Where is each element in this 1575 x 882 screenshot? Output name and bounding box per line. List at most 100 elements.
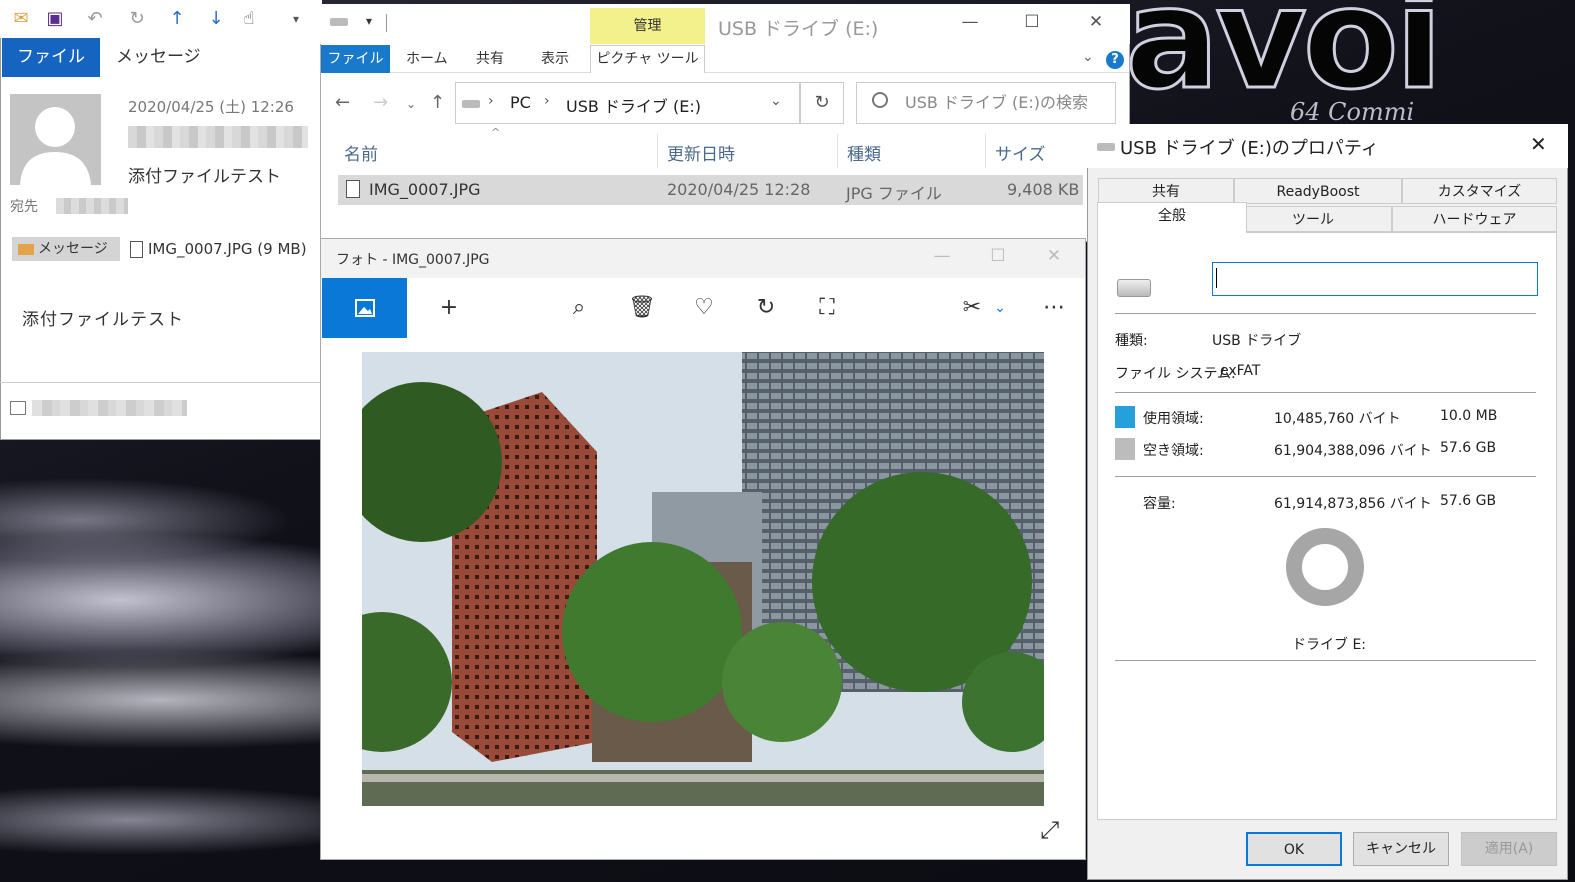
close-button[interactable]: ✕ — [1530, 132, 1547, 156]
wallpaper-logo: avoi — [1124, 0, 1445, 121]
usage-donut-chart — [1286, 528, 1364, 606]
back-icon[interactable]: ← — [335, 92, 350, 113]
edit-create-icon[interactable]: ✂ — [958, 294, 986, 322]
breadcrumb-separator-icon: › — [544, 93, 550, 109]
column-header-size[interactable]: サイズ — [995, 140, 1046, 165]
column-header-modified[interactable]: 更新日時 — [667, 140, 735, 165]
more-icon[interactable]: ⋯ — [1040, 294, 1068, 322]
tab-file[interactable]: ファイル — [321, 45, 390, 73]
tab-customize[interactable]: カスタマイズ — [1402, 178, 1557, 204]
favorite-icon[interactable]: ♡ — [690, 294, 718, 322]
fullscreen-icon[interactable]: ⤢ — [1040, 816, 1059, 844]
crop-icon[interactable]: ⛶ — [813, 294, 841, 322]
ribbon-expand-icon[interactable]: ⌄ — [1082, 49, 1094, 65]
close-button[interactable]: ✕ — [1076, 12, 1116, 32]
free-bytes: 61,904,388,096 バイト — [1274, 443, 1432, 459]
save-icon[interactable]: ▣ — [44, 8, 66, 30]
redo-icon[interactable]: ↻ — [126, 8, 148, 30]
qat-dropdown-icon[interactable]: ▾ — [366, 14, 372, 28]
search-input[interactable]: USB ドライブ (E:)の検索 — [856, 82, 1116, 124]
cancel-button[interactable]: キャンセル — [1353, 832, 1449, 866]
arrow-down-icon[interactable]: ↓ — [205, 8, 227, 30]
column-header-type[interactable]: 種類 — [847, 140, 881, 165]
used-bytes: 10,485,760 バイト — [1274, 411, 1401, 427]
file-icon — [130, 241, 143, 258]
capacity-human: 57.6 GB — [1440, 493, 1497, 509]
filesystem-label: ファイル システム: — [1115, 366, 1236, 382]
refresh-button[interactable]: ↻ — [800, 82, 844, 124]
photo-illustration — [362, 352, 1044, 806]
breadcrumb-drive[interactable]: USB ドライブ (E:) — [566, 93, 701, 117]
divider — [1115, 392, 1536, 393]
tab-hardware[interactable]: ハードウェア — [1392, 206, 1557, 232]
mail-date: 2020/04/25 (土) 12:26 — [128, 98, 294, 116]
manage-context-tab[interactable]: 管理 — [590, 8, 705, 44]
envelope-small-icon — [18, 244, 34, 255]
tab-view[interactable]: 表示 — [541, 45, 569, 73]
add-icon[interactable]: + — [435, 294, 463, 322]
file-type: JPG ファイル — [846, 184, 942, 203]
address-dropdown-icon[interactable]: ⌄ — [770, 93, 782, 109]
tab-readyboost[interactable]: ReadyBoost — [1234, 178, 1402, 204]
see-all-photos-button[interactable] — [322, 278, 407, 338]
divider — [0, 382, 322, 383]
address-redacted — [32, 400, 187, 416]
divider — [985, 134, 986, 168]
maximize-button[interactable]: ☐ — [1012, 12, 1052, 32]
minimize-button[interactable]: — — [950, 12, 990, 32]
touch-mode-icon[interactable]: ☝ — [238, 8, 260, 30]
up-icon[interactable]: ↑ — [430, 92, 445, 113]
divider — [1115, 313, 1536, 314]
tab-tools[interactable]: ツール — [1234, 206, 1392, 232]
general-tab-panel — [1097, 232, 1557, 820]
maximize-button[interactable]: ☐ — [978, 246, 1018, 266]
attachment-file-item[interactable]: IMG_0007.JPG (9 MB) — [128, 240, 307, 258]
mail-to-label: 宛先 — [10, 199, 38, 215]
breadcrumb-pc[interactable]: PC — [510, 93, 531, 112]
divider — [657, 134, 658, 168]
undo-icon[interactable]: ↶ — [84, 8, 106, 30]
recent-dropdown-icon[interactable]: ⌄ — [406, 97, 416, 111]
wallpaper-subtext: 64 Commi — [1290, 98, 1415, 126]
ok-button[interactable]: OK — [1246, 832, 1342, 866]
column-header-name[interactable]: 名前 — [344, 140, 378, 165]
chevron-down-icon[interactable]: ⌄ — [986, 294, 1014, 322]
mail-body: 添付ファイルテスト — [22, 310, 184, 330]
forward-icon[interactable]: → — [373, 92, 388, 113]
tab-general[interactable]: 全般 — [1097, 202, 1247, 233]
tab-share[interactable]: 共有 — [476, 45, 504, 73]
close-button[interactable]: ✕ — [1034, 246, 1074, 266]
drive-icon — [330, 18, 348, 26]
rotate-icon[interactable]: ↻ — [752, 294, 780, 322]
used-human: 10.0 MB — [1440, 408, 1498, 424]
capacity-label: 容量: — [1143, 496, 1176, 512]
help-icon[interactable]: ? — [1106, 51, 1124, 69]
address-bar[interactable]: › PC › USB ドライブ (E:) ⌄ — [455, 82, 800, 124]
apply-button[interactable]: 適用(A) — [1461, 832, 1557, 866]
mail-tab-message[interactable]: メッセージ — [116, 38, 201, 77]
image-file-icon — [346, 180, 360, 198]
tab-home[interactable]: ホーム — [406, 45, 448, 73]
drive-name-input[interactable] — [1212, 262, 1538, 296]
minimize-button[interactable]: — — [922, 246, 962, 266]
zoom-icon[interactable]: ⌕ — [565, 294, 593, 322]
tab-picture-tools[interactable]: ピクチャ ツール — [590, 45, 705, 73]
photo-image — [362, 352, 1044, 806]
mail-tab-file[interactable]: ファイル — [2, 38, 100, 77]
person-icon — [20, 107, 91, 185]
type-value: USB ドライブ — [1212, 333, 1302, 349]
free-label: 空き領域: — [1143, 443, 1204, 459]
free-space-swatch — [1115, 438, 1135, 460]
tab-share[interactable]: 共有 — [1098, 178, 1234, 204]
arrow-up-icon[interactable]: ↑ — [166, 8, 188, 30]
avatar — [10, 94, 101, 185]
delete-icon[interactable]: 🗑 — [628, 294, 656, 322]
drive-icon — [1097, 143, 1115, 151]
file-name[interactable]: IMG_0007.JPG — [369, 180, 481, 199]
mail-subject: 添付ファイルテスト — [128, 167, 281, 187]
customize-qat-icon[interactable]: ▾ — [285, 8, 307, 30]
type-label: 種類: — [1115, 333, 1148, 349]
used-space-swatch — [1115, 406, 1135, 428]
envelope-icon[interactable]: ✉ — [10, 8, 32, 30]
usb-drive-icon — [1117, 279, 1151, 297]
